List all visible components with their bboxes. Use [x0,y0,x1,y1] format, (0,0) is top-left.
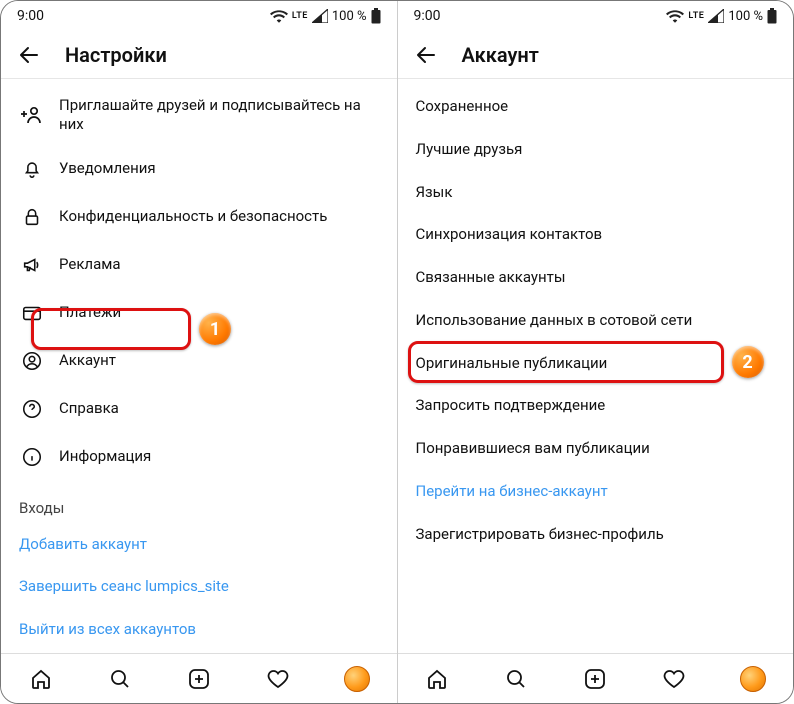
status-time: 9:00 [17,8,44,24]
logout-session-link[interactable]: Завершить сеанс lumpics_site [1,565,397,608]
logout-all-link[interactable]: Выйти из всех аккаунтов [1,608,397,651]
row-label: Выйти из всех аккаунтов [19,620,196,639]
network-label: LTE [292,11,308,21]
row-label: Запросить подтверждение [416,396,606,415]
row-label: Реклама [59,255,121,274]
add-post-icon[interactable] [186,666,212,692]
row-label: Использование данных в сотовой сети [416,311,693,330]
add-user-icon [19,102,45,128]
phone-right: 9:00 LTE 100 % Аккаунт Сох [397,1,794,703]
help-icon [19,396,45,422]
row-ads[interactable]: Реклама [1,241,397,289]
row-language[interactable]: Язык [398,171,794,214]
page-title: Аккаунт [462,43,539,67]
row-label: Уведомления [59,159,156,178]
page-title: Настройки [65,43,167,67]
logins-section-label: Входы [1,481,397,523]
row-label: Лучшие друзья [416,140,523,159]
wifi-icon [666,9,684,23]
phone-left: 9:00 LTE 100 % Настройки [1,1,397,703]
row-label: Связанные аккаунты [416,268,566,287]
network-label: LTE [688,11,704,21]
step-badge-2: 2 [732,346,764,378]
credit-card-icon [19,300,45,326]
wifi-icon [270,9,288,23]
profile-avatar[interactable] [740,666,766,692]
add-account-link[interactable]: Добавить аккаунт [1,523,397,566]
app-bar: Аккаунт [398,31,794,79]
settings-list: Приглашайте друзей и подписывайтесь на н… [1,79,397,653]
row-cellular-data[interactable]: Использование данных в сотовой сети [398,299,794,342]
account-icon [19,348,45,374]
profile-avatar[interactable] [344,666,370,692]
signal-icon [708,9,724,23]
battery-icon [371,8,381,24]
megaphone-icon [19,252,45,278]
row-label: Завершить сеанс lumpics_site [19,577,229,596]
info-icon [19,444,45,470]
status-right: LTE 100 % [270,8,381,24]
search-icon[interactable] [107,666,133,692]
row-label: Сохраненное [416,97,509,116]
row-linked-accounts[interactable]: Связанные аккаунты [398,256,794,299]
row-help[interactable]: Справка [1,385,397,433]
row-notifications[interactable]: Уведомления [1,145,397,193]
row-saved[interactable]: Сохраненное [398,85,794,128]
row-label: Перейти на бизнес-аккаунт [416,482,608,501]
row-label: Справка [59,399,119,418]
heart-icon[interactable] [265,666,291,692]
row-label: Оригинальные публикации [416,354,608,373]
row-switch-business[interactable]: Перейти на бизнес-аккаунт [398,470,794,513]
row-label: Добавить аккаунт [19,535,147,554]
app-bar: Настройки [1,31,397,79]
row-invite-friends[interactable]: Приглашайте друзей и подписывайтесь на н… [1,85,397,145]
signal-icon [312,9,328,23]
bottom-nav [1,653,397,703]
row-sync-contacts[interactable]: Синхронизация контактов [398,213,794,256]
row-label: Язык [416,183,453,202]
back-button[interactable] [414,43,438,67]
row-label: Зарегистрировать бизнес-профиль [416,525,664,544]
status-bar: 9:00 LTE 100 % [1,1,397,31]
row-label: Платежи [59,303,121,322]
lock-icon [19,204,45,230]
status-right: LTE 100 % [666,8,777,24]
row-close-friends[interactable]: Лучшие друзья [398,128,794,171]
home-icon[interactable] [424,666,450,692]
row-label: Приглашайте друзей и подписывайтесь на н… [59,96,379,134]
battery-percent: 100 % [332,9,367,24]
row-liked-posts[interactable]: Понравившиеся вам публикации [398,427,794,470]
battery-icon [767,8,777,24]
row-label: Понравившиеся вам публикации [416,439,650,458]
status-time: 9:00 [414,8,441,24]
home-icon[interactable] [28,666,54,692]
status-bar: 9:00 LTE 100 % [398,1,794,31]
row-label: Аккаунт [59,351,116,370]
row-label: Синхронизация контактов [416,225,603,244]
back-button[interactable] [17,43,41,67]
add-post-icon[interactable] [582,666,608,692]
row-privacy[interactable]: Конфиденциальность и безопасность [1,193,397,241]
row-label: Информация [59,447,151,466]
row-label: Конфиденциальность и безопасность [59,207,327,226]
row-account[interactable]: Аккаунт [1,337,397,385]
bell-icon [19,156,45,182]
row-request-verification[interactable]: Запросить подтверждение [398,384,794,427]
step-badge-1: 1 [199,313,231,345]
row-register-business[interactable]: Зарегистрировать бизнес-профиль [398,513,794,556]
battery-percent: 100 % [728,9,763,24]
heart-icon[interactable] [661,666,687,692]
screenshot-frame: 9:00 LTE 100 % Настройки [0,0,794,704]
bottom-nav [398,653,794,703]
row-info[interactable]: Информация [1,433,397,481]
search-icon[interactable] [503,666,529,692]
